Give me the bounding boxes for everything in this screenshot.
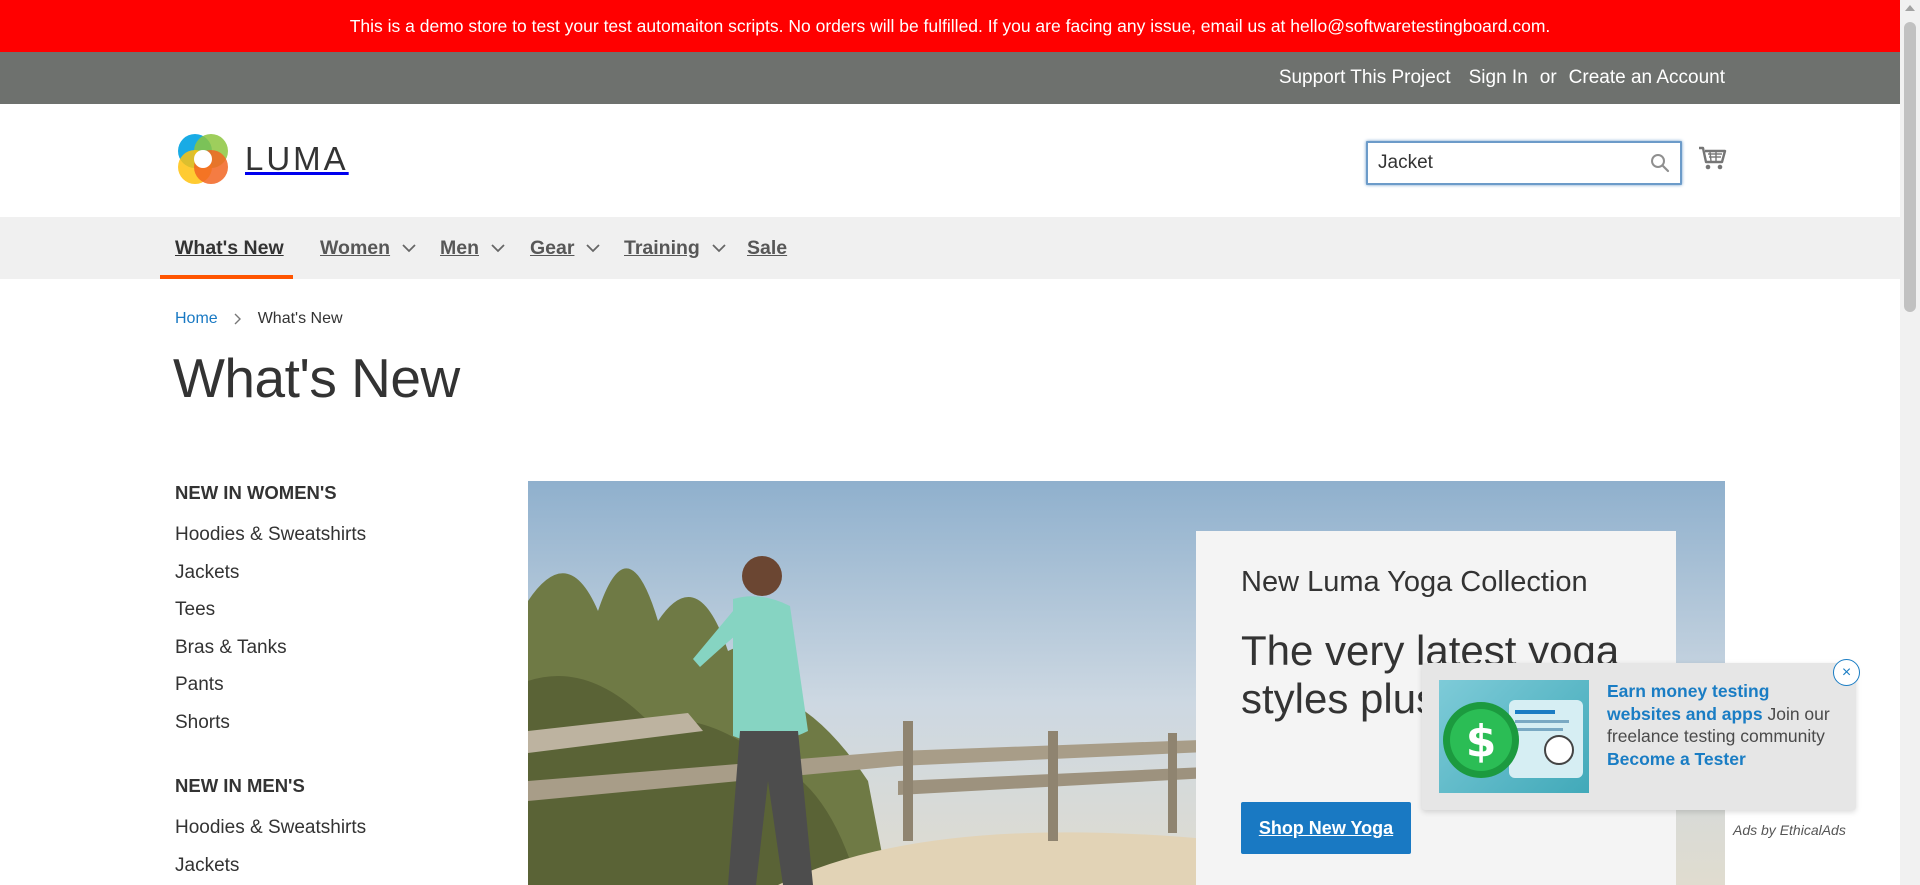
chevron-down-icon bbox=[712, 243, 726, 252]
luma-logo-text: LUMA bbox=[245, 140, 349, 177]
active-nav-indicator bbox=[160, 275, 293, 279]
chevron-down-icon bbox=[586, 243, 601, 252]
top-links-bar: Support This Project Sign In or Create a… bbox=[0, 52, 1900, 104]
search-box bbox=[1366, 141, 1682, 185]
support-project-link[interactable]: Support This Project bbox=[1279, 67, 1451, 89]
scroll-up-arrow-icon[interactable] bbox=[1905, 5, 1915, 11]
page-scrollbar[interactable] bbox=[1900, 0, 1920, 885]
ad-text: Earn money testing websites and apps Joi… bbox=[1607, 680, 1842, 770]
create-account-link[interactable]: Create an Account bbox=[1569, 67, 1725, 89]
search-input[interactable] bbox=[1378, 143, 1638, 183]
sidebar-heading-women: New in women's bbox=[175, 482, 337, 503]
sign-in-link[interactable]: Sign In bbox=[1469, 67, 1528, 89]
nav-men-label: Men bbox=[440, 236, 479, 259]
nav-gear[interactable]: Gear bbox=[530, 217, 601, 279]
chevron-right-icon bbox=[234, 313, 241, 325]
ad-cta-link[interactable]: Become a Tester bbox=[1607, 749, 1746, 769]
or-separator: or bbox=[1539, 67, 1557, 88]
promo-subtitle: New Luma Yoga Collection bbox=[1241, 566, 1588, 598]
shop-new-yoga-button[interactable]: Shop New Yoga bbox=[1241, 802, 1411, 854]
breadcrumb: Home What's New bbox=[175, 310, 343, 328]
men-category-list: Hoodies & Sweatshirts Jackets bbox=[175, 817, 515, 885]
nav-sale-label: Sale bbox=[747, 236, 788, 259]
breadcrumb-home[interactable]: Home bbox=[175, 310, 218, 328]
sidebar-item-women-jackets[interactable]: Jackets bbox=[175, 562, 515, 600]
nav-gear-label: Gear bbox=[530, 236, 575, 259]
ad-title-link[interactable]: Earn money testing websites and apps bbox=[1607, 681, 1769, 724]
chevron-down-icon bbox=[402, 243, 416, 252]
ad-close-button[interactable]: × bbox=[1833, 659, 1860, 686]
sidebar-item-men-jackets[interactable]: Jackets bbox=[175, 855, 515, 885]
close-icon: × bbox=[1841, 663, 1852, 681]
sidebar-categories: New in women's Hoodies & Sweatshirts Jac… bbox=[175, 482, 515, 885]
nav-women[interactable]: Women bbox=[320, 217, 416, 279]
sidebar-item-women-hoodies[interactable]: Hoodies & Sweatshirts bbox=[175, 524, 515, 562]
nav-sale[interactable]: Sale bbox=[747, 217, 787, 279]
ads-by-ethicalads[interactable]: Ads by EthicalAds bbox=[1733, 822, 1846, 838]
scrollbar-thumb[interactable] bbox=[1904, 22, 1916, 312]
sidebar-item-women-bras-tanks[interactable]: Bras & Tanks bbox=[175, 637, 515, 675]
site-header: LUMA bbox=[0, 104, 1900, 217]
cart-icon[interactable] bbox=[1697, 143, 1727, 173]
chevron-down-icon bbox=[491, 243, 505, 252]
nav-training[interactable]: Training bbox=[624, 217, 726, 279]
sidebar-heading-men: New in men's bbox=[175, 775, 305, 796]
sidebar-item-men-hoodies[interactable]: Hoodies & Sweatshirts bbox=[175, 817, 515, 855]
sidebar-item-women-pants[interactable]: Pants bbox=[175, 674, 515, 712]
breadcrumb-current: What's New bbox=[257, 310, 343, 327]
ethical-ad[interactable]: $ Earn money testing websites and apps J… bbox=[1422, 663, 1856, 810]
ad-image: $ bbox=[1439, 680, 1589, 793]
account-links: Support This Project Sign In or Create a… bbox=[1279, 52, 1725, 104]
nav-whats-new[interactable]: What's New bbox=[175, 217, 284, 279]
nav-whats-new-label: What's New bbox=[175, 236, 284, 259]
search-icon[interactable] bbox=[1650, 153, 1670, 173]
women-category-list: Hoodies & Sweatshirts Jackets Tees Bras … bbox=[175, 524, 515, 749]
main-navigation: What's New Women Men Gear Training Sale bbox=[0, 217, 1900, 279]
nav-men[interactable]: Men bbox=[440, 217, 505, 279]
svg-text:$: $ bbox=[1466, 716, 1497, 767]
luma-logo-icon bbox=[178, 134, 228, 184]
nav-training-label: Training bbox=[624, 236, 700, 259]
sidebar-item-women-tees[interactable]: Tees bbox=[175, 599, 515, 637]
demo-store-banner: This is a demo store to test your test a… bbox=[0, 0, 1900, 52]
luma-logo[interactable]: LUMA bbox=[175, 131, 349, 187]
page-title: What's New bbox=[173, 347, 460, 409]
demo-banner-text: This is a demo store to test your test a… bbox=[349, 15, 1551, 36]
dollar-coin-icon: $ bbox=[1443, 700, 1583, 778]
nav-women-label: Women bbox=[320, 236, 391, 259]
sidebar-item-women-shorts[interactable]: Shorts bbox=[175, 712, 515, 750]
